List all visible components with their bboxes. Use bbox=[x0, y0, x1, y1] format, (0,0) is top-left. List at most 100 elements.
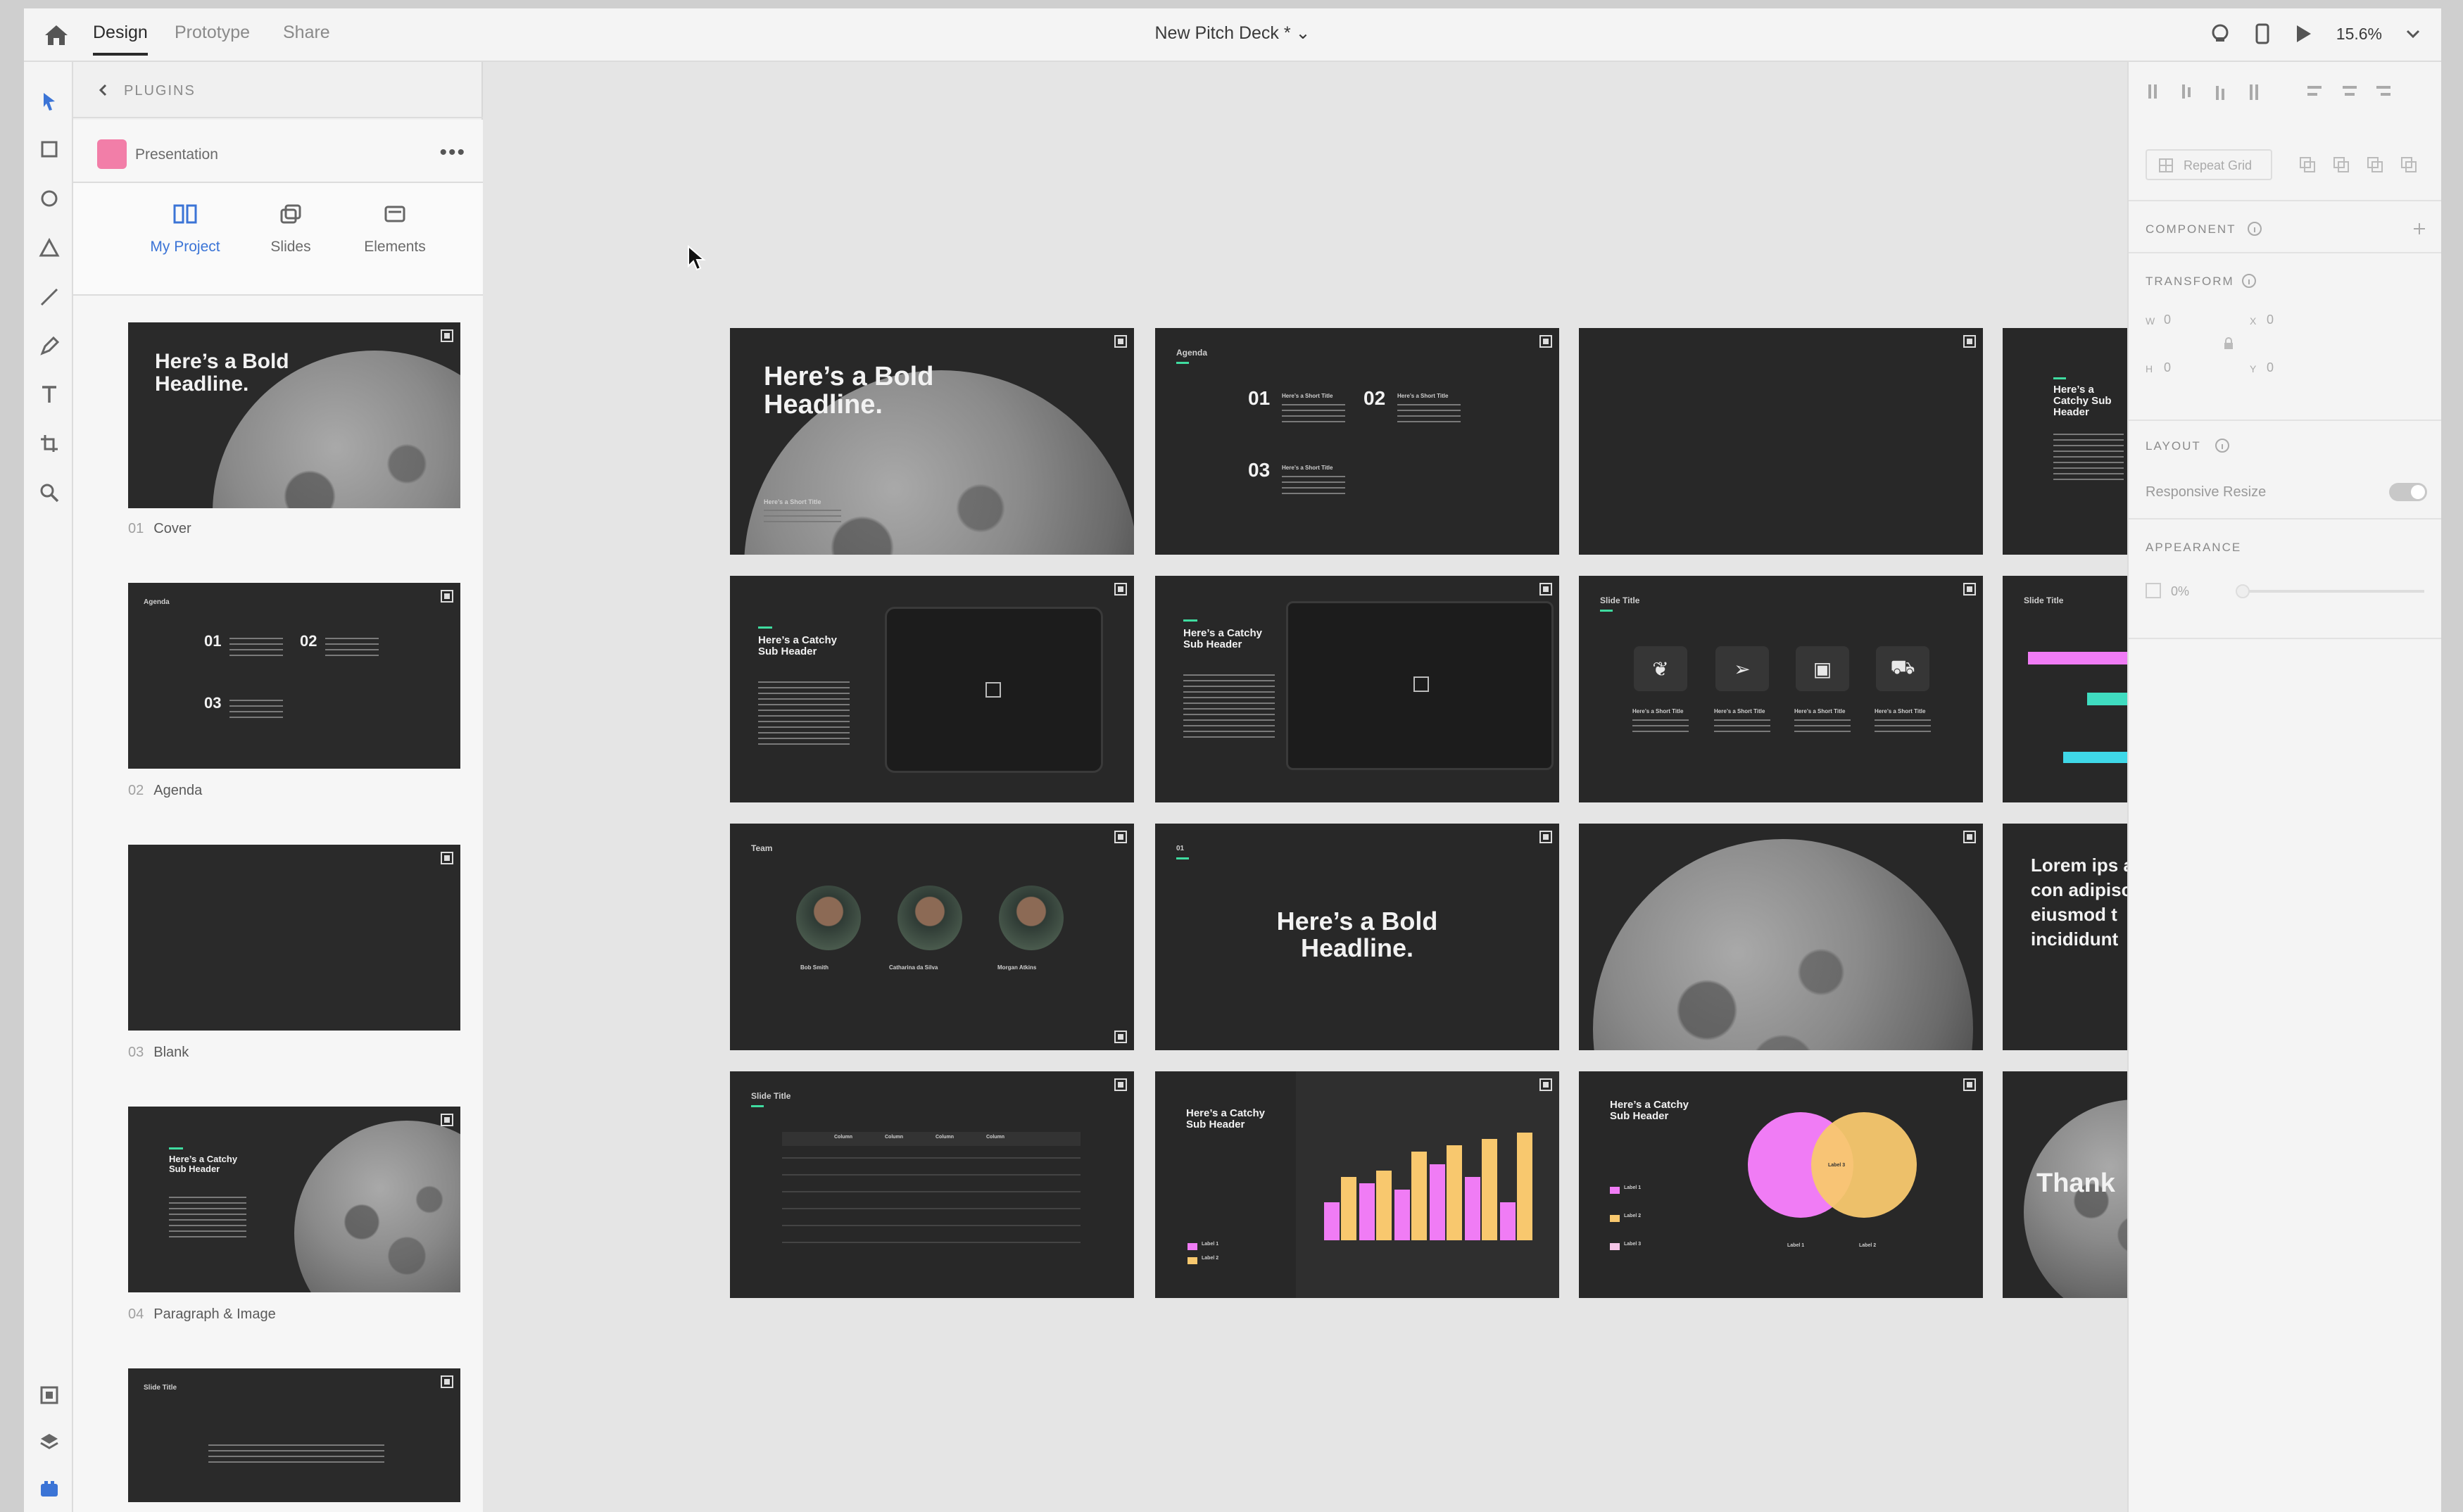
rectangle-tool-icon[interactable] bbox=[38, 138, 61, 160]
template-paragraph-image[interactable]: Here’s a Catchy Sub Header bbox=[128, 1107, 460, 1292]
repeat-grid-button[interactable]: Repeat Grid bbox=[2146, 149, 2272, 180]
member-name: Morgan Atkins bbox=[997, 964, 1037, 971]
template-cover[interactable]: Here’s a Bold Headline. bbox=[128, 322, 460, 508]
plugins-back-label[interactable]: PLUGINS bbox=[124, 83, 196, 99]
slide-badge-icon bbox=[441, 852, 453, 864]
template-caption: 04 Paragraph & Image bbox=[128, 1306, 276, 1322]
short-title: Here’s a Short Title bbox=[1875, 708, 1926, 714]
device-preview-icon[interactable] bbox=[2255, 23, 2270, 44]
tab-elements-label: Elements bbox=[364, 239, 426, 255]
width-field[interactable]: 0 bbox=[2164, 313, 2171, 327]
artboard-venn[interactable]: Here’s a Catchy Sub Header Label 1 Label… bbox=[1579, 1071, 1983, 1298]
slide-badge-icon bbox=[441, 1114, 453, 1126]
short-title: Here’s a Short Title bbox=[1397, 393, 1449, 399]
artboard-lorem-partial[interactable]: Lorem ips amet, con adipiscing eiusmod t… bbox=[2003, 824, 2128, 1050]
artboard-blank[interactable] bbox=[1579, 328, 1983, 555]
accent-line bbox=[2053, 377, 2066, 379]
info-icon[interactable] bbox=[2215, 438, 2230, 453]
slider-handle[interactable] bbox=[2236, 584, 2250, 598]
sub-header: Here’s a Catchy Sub Header bbox=[2053, 384, 2112, 418]
user-icon[interactable] bbox=[2210, 23, 2231, 44]
presentation-plugin-row[interactable]: Presentation ••• bbox=[73, 120, 483, 183]
moon-image bbox=[1593, 839, 1973, 1050]
play-icon[interactable] bbox=[2294, 24, 2312, 44]
plugins-icon[interactable] bbox=[38, 1478, 61, 1501]
slide-badge-icon bbox=[1539, 831, 1552, 843]
sub-header: Here’s a Catchy Sub Header bbox=[169, 1154, 238, 1174]
artboard-bar-chart[interactable]: Here’s a Catchy Sub Header Label 1 Label… bbox=[1155, 1071, 1559, 1298]
chevron-left-icon[interactable] bbox=[97, 83, 108, 97]
moon-image bbox=[2024, 1100, 2128, 1298]
artboard-tool-icon[interactable] bbox=[38, 432, 61, 455]
slide-badge-icon bbox=[1963, 583, 1976, 596]
artboard-gantt-partial[interactable]: Slide Title bbox=[2003, 576, 2128, 802]
template-blank[interactable] bbox=[128, 845, 460, 1031]
align-toolbar-icon[interactable] bbox=[2146, 82, 2406, 103]
cover-headline: Here’s a Bold Headline. bbox=[155, 350, 289, 396]
select-tool-icon[interactable] bbox=[38, 90, 61, 113]
lock-icon[interactable] bbox=[2223, 336, 2234, 351]
text-lines bbox=[1397, 404, 1461, 425]
layers-icon[interactable] bbox=[38, 1430, 61, 1453]
accent-line bbox=[751, 1105, 764, 1107]
x-field[interactable]: 0 bbox=[2267, 313, 2274, 327]
short-title: Here’s a Short Title bbox=[1632, 708, 1684, 714]
thank-you-text: Thank bbox=[2036, 1168, 2115, 1198]
artboard-moon[interactable] bbox=[1579, 824, 1983, 1050]
plugin-panel: PLUGINS Presentation ••• My Project Slid… bbox=[73, 62, 483, 1512]
slide-badge-icon bbox=[1963, 831, 1976, 843]
zoom-level[interactable]: 15.6% bbox=[2336, 25, 2382, 44]
tab-my-project[interactable]: My Project bbox=[132, 203, 238, 256]
add-icon[interactable] bbox=[2412, 221, 2427, 237]
book-icon bbox=[173, 204, 197, 224]
responsive-resize-label: Responsive Resize bbox=[2146, 484, 2267, 500]
member-name: Bob Smith bbox=[800, 964, 829, 971]
artboard-catchy-partial[interactable]: Here’s a Catchy Sub Header bbox=[2003, 328, 2128, 555]
artboard-headline[interactable]: 01 Here’s a Bold Headline. bbox=[1155, 824, 1559, 1050]
avatar bbox=[796, 886, 861, 950]
agenda-label: Agenda bbox=[144, 598, 170, 606]
artboard-team[interactable]: Team Bob Smith Catharina da Silva Morgan… bbox=[730, 824, 1134, 1050]
artboard-paragraph-device[interactable]: Here’s a Catchy Sub Header bbox=[730, 576, 1134, 802]
artboard-icons[interactable]: Slide Title ❦ ➢ ▣ ⛟ Here’s a Short Title… bbox=[1579, 576, 1983, 802]
ellipse-tool-icon[interactable] bbox=[38, 187, 61, 210]
responsive-resize-toggle[interactable] bbox=[2389, 483, 2427, 501]
polygon-tool-icon[interactable] bbox=[38, 237, 61, 259]
text-lines bbox=[1282, 476, 1345, 497]
slide-badge-icon bbox=[1114, 1031, 1127, 1043]
opacity-slider[interactable] bbox=[2236, 584, 2424, 598]
artboard-paragraph-laptop[interactable]: Here’s a Catchy Sub Header bbox=[1155, 576, 1559, 802]
y-field[interactable]: 0 bbox=[2267, 360, 2274, 375]
height-field[interactable]: 0 bbox=[2164, 360, 2171, 375]
tab-slides[interactable]: Slides bbox=[238, 203, 344, 256]
divider bbox=[2129, 420, 2441, 421]
chevron-down-icon[interactable] bbox=[2406, 29, 2420, 39]
pen-tool-icon[interactable] bbox=[38, 335, 61, 358]
artboard-agenda[interactable]: Agenda 01 02 03 Here’s a Short Title Her… bbox=[1155, 328, 1559, 555]
assets-icon[interactable] bbox=[38, 1384, 61, 1406]
headline: Here’s a Bold Headline. bbox=[1276, 907, 1438, 962]
template-agenda[interactable]: Agenda 01 02 03 bbox=[128, 583, 460, 769]
artboard-table[interactable]: Slide Title Column Column Column Column bbox=[730, 1071, 1134, 1298]
tab-elements[interactable]: Elements bbox=[342, 203, 448, 256]
opacity-value[interactable]: 0% bbox=[2171, 584, 2189, 599]
boolean-ops-icon[interactable] bbox=[2298, 155, 2424, 173]
info-icon[interactable] bbox=[2247, 221, 2262, 237]
divider bbox=[2129, 518, 2441, 519]
template-slide-title[interactable]: Slide Title bbox=[128, 1368, 460, 1502]
artboard-cover[interactable]: Here’s a Bold Headline. Here’s a Short T… bbox=[730, 328, 1134, 555]
column-header: Column bbox=[834, 1135, 853, 1140]
accent-line bbox=[1176, 857, 1189, 859]
line-tool-icon[interactable] bbox=[38, 286, 61, 308]
height-label: H bbox=[2146, 363, 2153, 374]
more-options-icon[interactable]: ••• bbox=[439, 141, 466, 165]
info-icon[interactable] bbox=[2241, 273, 2257, 289]
sub-header: Here’s a Catchy Sub Header bbox=[758, 634, 838, 657]
accent-line bbox=[1176, 362, 1189, 364]
divider bbox=[2129, 200, 2441, 201]
text-tool-icon[interactable] bbox=[38, 383, 61, 405]
text-lines bbox=[229, 700, 283, 719]
artboard-thank-partial[interactable]: Thank bbox=[2003, 1071, 2128, 1298]
document-title[interactable]: New Pitch Deck * ⌄ bbox=[24, 23, 2441, 44]
zoom-tool-icon[interactable] bbox=[38, 481, 61, 504]
